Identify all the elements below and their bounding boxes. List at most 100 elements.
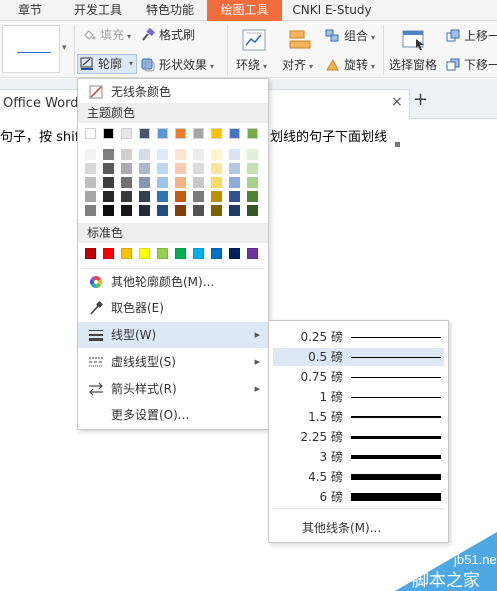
theme-shade-swatch[interactable]	[157, 163, 168, 174]
style-gallery-expand-icon[interactable]: ▾	[62, 43, 67, 53]
theme-shade-swatch[interactable]	[121, 149, 132, 160]
weight-option[interactable]: 2.25 磅	[273, 428, 444, 446]
standard-color-swatch[interactable]	[211, 248, 222, 259]
standard-color-swatch[interactable]	[247, 248, 258, 259]
standard-color-swatch[interactable]	[229, 248, 240, 259]
theme-shade-swatch[interactable]	[85, 205, 96, 216]
no-line-color-item[interactable]: 无线条颜色	[78, 79, 268, 105]
theme-shade-swatch[interactable]	[175, 149, 186, 160]
theme-color-swatch[interactable]	[103, 128, 114, 139]
theme-shade-swatch[interactable]	[175, 205, 186, 216]
weight-option[interactable]: 1 磅	[273, 388, 444, 406]
theme-shade-swatch[interactable]	[211, 191, 222, 202]
theme-shade-swatch[interactable]	[157, 177, 168, 188]
theme-shade-swatch[interactable]	[139, 163, 150, 174]
weight-option[interactable]: 0.75 磅	[273, 368, 444, 386]
theme-shade-swatch[interactable]	[193, 205, 204, 216]
theme-shade-swatch[interactable]	[193, 191, 204, 202]
theme-shade-swatch[interactable]	[121, 205, 132, 216]
weight-option[interactable]: 4.5 磅	[273, 468, 444, 486]
theme-color-swatch[interactable]	[211, 128, 222, 139]
dash-type-item[interactable]: 虚线线型(S) ▶	[78, 349, 268, 375]
theme-shade-swatch[interactable]	[85, 149, 96, 160]
arrow-style-item[interactable]: 箭头样式(R) ▶	[78, 376, 268, 402]
standard-color-swatch[interactable]	[175, 248, 186, 259]
weight-option[interactable]: 6 磅	[273, 488, 444, 506]
wrap-button[interactable]: 环绕 ▾	[234, 27, 274, 75]
standard-color-swatch[interactable]	[193, 248, 204, 259]
group-button[interactable]: 组合 ▾	[325, 27, 375, 45]
align-button[interactable]: 对齐 ▾	[280, 27, 320, 75]
theme-shade-swatch[interactable]	[229, 205, 240, 216]
theme-shade-swatch[interactable]	[139, 149, 150, 160]
theme-shade-swatch[interactable]	[121, 177, 132, 188]
theme-shade-swatch[interactable]	[175, 163, 186, 174]
send-backward-button[interactable]: 下移一	[446, 56, 497, 74]
tab-special-features[interactable]: 特色功能	[134, 0, 206, 21]
shape-style-preview[interactable]	[2, 25, 60, 73]
theme-color-swatch[interactable]	[157, 128, 168, 139]
theme-shade-swatch[interactable]	[247, 191, 258, 202]
tab-cnki-estudy[interactable]: CNKI E-Study	[284, 0, 380, 21]
theme-color-swatch[interactable]	[193, 128, 204, 139]
theme-shade-swatch[interactable]	[211, 149, 222, 160]
tab-developer-tools[interactable]: 开发工具	[62, 0, 134, 21]
selection-pane-button[interactable]: 选择窗格	[388, 27, 442, 75]
theme-shade-swatch[interactable]	[247, 177, 258, 188]
theme-shade-swatch[interactable]	[157, 205, 168, 216]
theme-shade-swatch[interactable]	[157, 149, 168, 160]
theme-shade-swatch[interactable]	[103, 163, 114, 174]
weight-option[interactable]: 0.5 磅	[273, 348, 444, 366]
format-painter-button[interactable]: 格式刷	[141, 26, 195, 44]
theme-shade-swatch[interactable]	[193, 149, 204, 160]
theme-shade-swatch[interactable]	[211, 177, 222, 188]
theme-shade-swatch[interactable]	[175, 177, 186, 188]
theme-color-swatch[interactable]	[121, 128, 132, 139]
fill-button[interactable]: 填充 ▾	[82, 26, 131, 44]
theme-shade-swatch[interactable]	[247, 163, 258, 174]
theme-shade-swatch[interactable]	[193, 177, 204, 188]
theme-shade-swatch[interactable]	[103, 205, 114, 216]
more-outline-colors-item[interactable]: 其他轮廓颜色(M)...	[78, 269, 268, 295]
close-tab-icon[interactable]: ×	[391, 94, 403, 110]
theme-color-swatch[interactable]	[247, 128, 258, 139]
tab-chapter[interactable]: 章节	[8, 0, 52, 21]
theme-shade-swatch[interactable]	[103, 149, 114, 160]
theme-shade-swatch[interactable]	[85, 191, 96, 202]
theme-shade-swatch[interactable]	[193, 163, 204, 174]
bring-forward-button[interactable]: 上移一	[446, 27, 497, 45]
new-tab-icon[interactable]: +	[413, 89, 428, 110]
theme-color-swatch[interactable]	[175, 128, 186, 139]
standard-color-swatch[interactable]	[85, 248, 96, 259]
theme-shade-swatch[interactable]	[103, 177, 114, 188]
weight-option[interactable]: 0.25 磅	[273, 328, 444, 346]
theme-shade-swatch[interactable]	[157, 191, 168, 202]
theme-shade-swatch[interactable]	[103, 191, 114, 202]
more-settings-item[interactable]: 更多设置(O)...	[78, 402, 268, 428]
outline-button[interactable]: 轮廓 ▾	[77, 54, 137, 74]
theme-shade-swatch[interactable]	[229, 191, 240, 202]
theme-shade-swatch[interactable]	[211, 163, 222, 174]
theme-shade-swatch[interactable]	[139, 205, 150, 216]
standard-color-swatch[interactable]	[157, 248, 168, 259]
selection-handle[interactable]	[395, 142, 400, 147]
theme-shade-swatch[interactable]	[247, 205, 258, 216]
line-weight-item[interactable]: 线型(W) ▶	[78, 322, 268, 348]
eyedropper-item[interactable]: 取色器(E)	[78, 295, 268, 321]
theme-color-swatch[interactable]	[229, 128, 240, 139]
theme-shade-swatch[interactable]	[229, 149, 240, 160]
theme-shade-swatch[interactable]	[229, 163, 240, 174]
theme-color-swatch[interactable]	[85, 128, 96, 139]
tab-drawing-tools[interactable]: 绘图工具	[207, 0, 282, 21]
theme-color-swatch[interactable]	[139, 128, 150, 139]
theme-shade-swatch[interactable]	[85, 177, 96, 188]
standard-color-swatch[interactable]	[121, 248, 132, 259]
standard-color-swatch[interactable]	[103, 248, 114, 259]
shape-effects-button[interactable]: 形状效果 ▾	[141, 56, 214, 74]
theme-shade-swatch[interactable]	[175, 191, 186, 202]
theme-shade-swatch[interactable]	[247, 149, 258, 160]
theme-shade-swatch[interactable]	[139, 191, 150, 202]
theme-shade-swatch[interactable]	[211, 205, 222, 216]
rotate-button[interactable]: 旋转 ▾	[325, 56, 375, 74]
theme-shade-swatch[interactable]	[121, 163, 132, 174]
